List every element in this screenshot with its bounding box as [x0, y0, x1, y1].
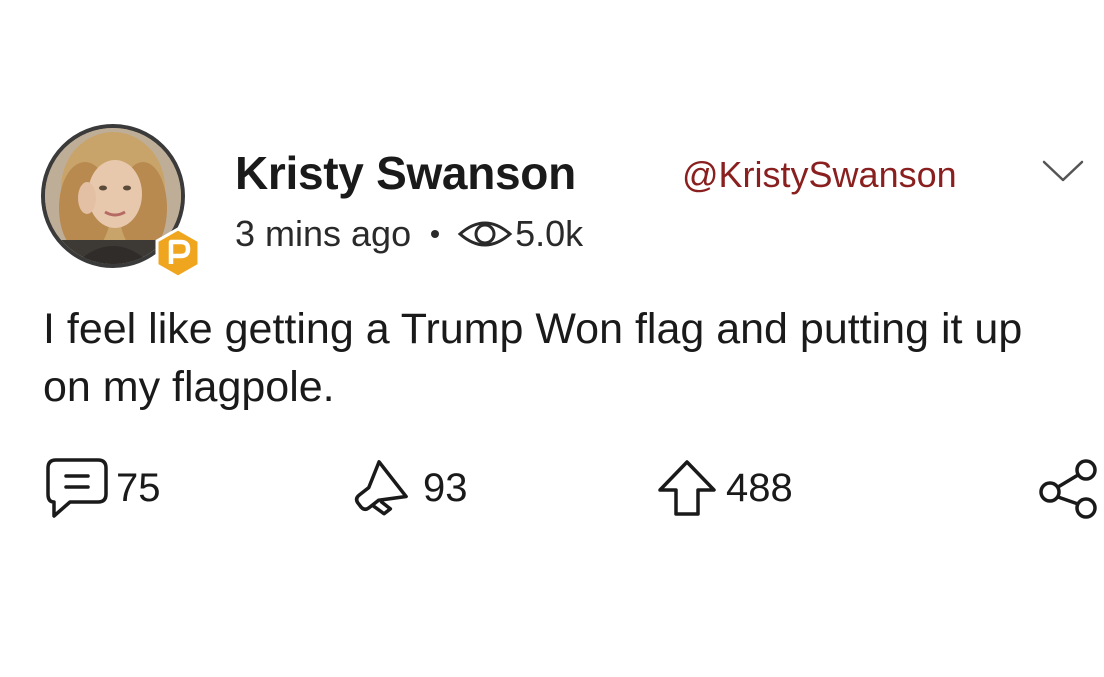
eye-icon: [457, 221, 513, 247]
post-time: 3 mins ago: [235, 213, 412, 254]
author-handle[interactable]: @KristySwanson: [682, 154, 957, 196]
post-meta: 3 mins ago 5.0k: [235, 212, 583, 256]
post-card: Kristy Swanson @KristySwanson 3 mins ago…: [0, 0, 1104, 677]
post-text: I feel like getting a Trump Won flag and…: [43, 305, 1023, 411]
comment-button[interactable]: 75: [44, 455, 161, 521]
author-avatar-container[interactable]: [41, 124, 201, 279]
verified-badge-icon: [155, 227, 201, 279]
megaphone-icon: [354, 460, 408, 516]
upvote-arrow-icon: [658, 460, 716, 516]
comment-count: 75: [116, 465, 161, 510]
comment-icon: [46, 458, 108, 518]
author-name[interactable]: Kristy Swanson: [235, 146, 576, 200]
separator-dot: [431, 230, 440, 238]
chevron-down-icon[interactable]: [1040, 157, 1086, 185]
echo-button[interactable]: 93: [347, 455, 468, 521]
upvote-button[interactable]: 488: [654, 455, 793, 521]
view-count: 5.0k: [515, 213, 584, 254]
share-button[interactable]: [1036, 455, 1100, 521]
upvote-count: 488: [726, 465, 793, 510]
share-icon: [1039, 459, 1097, 519]
echo-count: 93: [423, 465, 468, 510]
